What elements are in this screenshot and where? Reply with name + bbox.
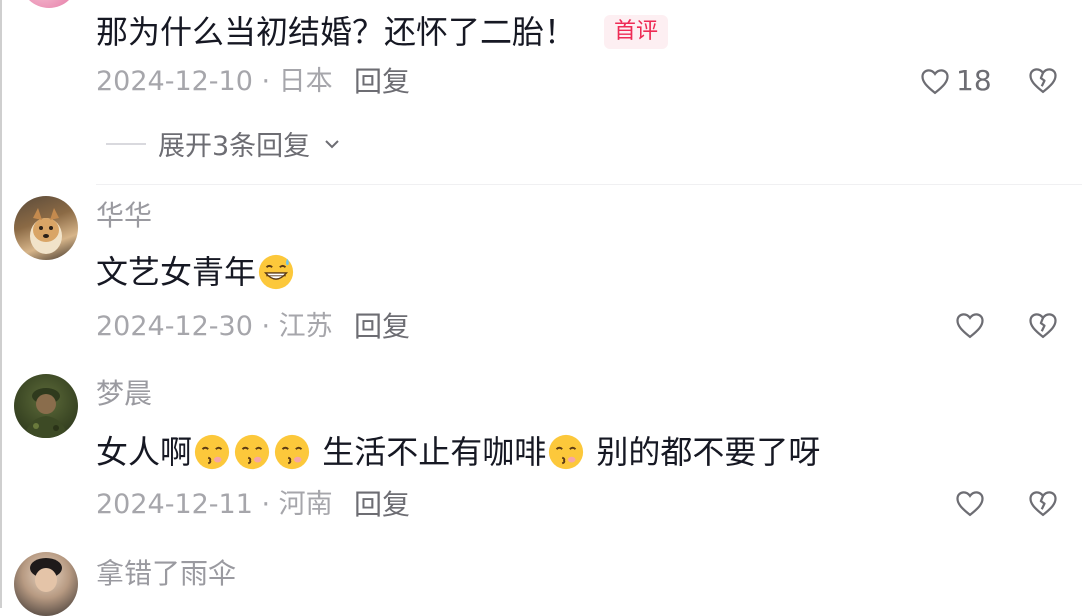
comment-text: 那为什么当初结婚？还怀了二胎！ 首评 bbox=[96, 8, 669, 54]
divider bbox=[96, 184, 1082, 185]
meta-separator: · bbox=[252, 489, 279, 520]
broken-heart-icon bbox=[1029, 313, 1057, 339]
avatar[interactable] bbox=[20, 0, 78, 8]
reply-button[interactable]: 回复 bbox=[354, 309, 410, 345]
window-edge bbox=[0, 0, 2, 608]
heart-outline-icon bbox=[956, 313, 984, 339]
heart-outline-icon bbox=[921, 68, 949, 94]
expand-line bbox=[106, 142, 146, 145]
username[interactable]: 拿错了雨伞 bbox=[96, 556, 236, 592]
comment-date: 2024-12-30 bbox=[96, 311, 253, 342]
kissing-face-emoji bbox=[194, 434, 230, 470]
meta-separator: · bbox=[252, 311, 279, 342]
like-button[interactable]: 18 bbox=[920, 64, 992, 97]
comment-meta: 2024-12-10 · 日本 bbox=[96, 64, 333, 100]
dislike-button[interactable] bbox=[1028, 489, 1058, 521]
expand-replies-button[interactable]: 展开3条回复 bbox=[106, 124, 342, 163]
like-button[interactable] bbox=[955, 489, 985, 521]
chevron-down-icon bbox=[325, 139, 339, 148]
meta-separator: · bbox=[252, 66, 279, 97]
comment-meta: 2024-12-30 · 江苏 bbox=[96, 309, 333, 345]
grinning-sweat-emoji bbox=[258, 254, 294, 290]
comment-meta: 2024-12-11 · 河南 bbox=[96, 487, 333, 523]
kissing-face-emoji bbox=[549, 434, 584, 470]
comment-date: 2024-12-10 bbox=[96, 66, 253, 97]
reply-button[interactable]: 回复 bbox=[354, 487, 410, 523]
kissing-face-emoji bbox=[234, 434, 270, 470]
username[interactable]: 华华 bbox=[96, 198, 152, 234]
avatar[interactable] bbox=[14, 196, 78, 260]
comment-location: 日本 bbox=[278, 66, 333, 97]
like-button[interactable] bbox=[955, 311, 985, 343]
reply-button[interactable]: 回复 bbox=[354, 64, 410, 100]
broken-heart-icon bbox=[1029, 68, 1057, 94]
first-comment-badge: 首评 bbox=[604, 15, 669, 49]
broken-heart-icon bbox=[1029, 491, 1057, 517]
expand-replies-label: 展开3条回复 bbox=[158, 131, 311, 162]
comment-text: 女人啊 生活不止有咖啡 别的都不要了呀 bbox=[96, 433, 821, 471]
comment-location: 河南 bbox=[278, 489, 333, 520]
dislike-button[interactable] bbox=[1028, 66, 1058, 98]
avatar[interactable] bbox=[14, 374, 78, 438]
comment-text: 文艺女青年 bbox=[96, 248, 296, 294]
kissing-face-emoji bbox=[274, 434, 310, 470]
dog-avatar-image bbox=[30, 208, 62, 254]
comment-location: 江苏 bbox=[278, 311, 333, 342]
heart-outline-icon bbox=[956, 491, 984, 517]
avatar[interactable] bbox=[14, 552, 78, 616]
comment-date: 2024-12-11 bbox=[96, 489, 253, 520]
soldier-avatar-image bbox=[24, 388, 68, 438]
like-count: 18 bbox=[956, 64, 992, 97]
person-avatar-image bbox=[30, 558, 62, 592]
username[interactable]: 梦晨 bbox=[96, 376, 152, 412]
dislike-button[interactable] bbox=[1028, 311, 1058, 343]
